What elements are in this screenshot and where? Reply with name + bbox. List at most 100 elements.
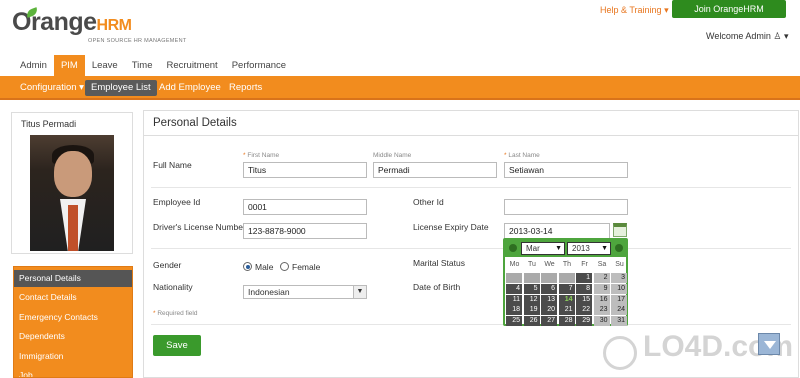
gender-male-radio[interactable] [243, 262, 252, 271]
employee-side-menu: Personal Details Contact Details Emergen… [13, 266, 133, 378]
calendar-day[interactable]: 4 [506, 283, 522, 294]
main-nav: Admin PIM Leave Time Recruitment Perform… [13, 55, 293, 76]
calendar-day[interactable]: 23 [593, 305, 610, 316]
calendar-day[interactable]: 14 [558, 294, 575, 305]
calendar-day[interactable]: 10 [611, 283, 627, 294]
employee-id-input[interactable]: 0001 [243, 199, 367, 215]
scroll-down-button[interactable] [758, 333, 780, 355]
calendar-day[interactable]: 26 [523, 316, 540, 327]
welcome-user-menu[interactable]: Welcome Admin ♙ ▾ [706, 31, 789, 42]
gender-female-label: Female [292, 262, 321, 272]
subnav-reports[interactable]: Reports [223, 80, 268, 96]
nav-tab-admin[interactable]: Admin [13, 55, 54, 76]
calendar-day[interactable]: 7 [558, 283, 575, 294]
marital-status-label: Marital Status [413, 258, 465, 268]
calendar-day[interactable]: 22 [576, 305, 592, 316]
calendar-day[interactable]: 21 [558, 305, 575, 316]
last-name-input[interactable]: Setiawan [504, 162, 628, 178]
chevron-down-icon: ▾ [79, 82, 84, 93]
user-icon: ♙ [773, 31, 782, 41]
nav-tab-pim[interactable]: PIM [53, 55, 85, 76]
nav-tab-time[interactable]: Time [125, 55, 160, 76]
calendar-day[interactable]: 24 [611, 305, 627, 316]
calendar-day[interactable]: 6 [541, 283, 557, 294]
calendar-day[interactable]: 16 [593, 294, 610, 305]
calendar-day[interactable]: 8 [576, 283, 592, 294]
calendar-day[interactable]: 3 [611, 273, 627, 283]
calendar-day[interactable]: 12 [523, 294, 540, 305]
chevron-down-icon: ▾ [664, 5, 669, 15]
save-button[interactable]: Save [153, 335, 201, 356]
date-picker-header: Mar ▼ 2013 ▼ [505, 240, 626, 257]
calendar-day[interactable]: 13 [541, 294, 557, 305]
sidemenu-personal-details[interactable]: Personal Details [14, 270, 132, 287]
calendar-day[interactable]: 25 [506, 316, 522, 327]
month-select[interactable]: Mar ▼ [521, 242, 565, 255]
license-input[interactable]: 123-8878-9000 [243, 223, 367, 239]
calendar-day[interactable]: 31 [611, 316, 627, 327]
first-name-input[interactable]: Titus [243, 162, 367, 178]
middle-name-label: Middle Name [373, 152, 412, 159]
calendar-day[interactable]: 1 [576, 273, 592, 283]
gender-female-radio[interactable] [280, 262, 289, 271]
panel-title: Personal Details [153, 117, 237, 129]
employee-photo[interactable] [30, 135, 114, 251]
sidemenu-immigration[interactable]: Immigration [14, 348, 132, 365]
calendar-day[interactable]: 28 [558, 316, 575, 327]
license-expiry-input[interactable]: 2013-03-14 [504, 223, 610, 239]
calendar-day[interactable]: 5 [523, 283, 540, 294]
nationality-select[interactable]: Indonesian ▼ [243, 285, 367, 299]
middle-name-input[interactable]: Permadi [373, 162, 497, 178]
full-name-label: Full Name [153, 160, 192, 170]
calendar-day[interactable]: 19 [523, 305, 540, 316]
year-select[interactable]: 2013 ▼ [567, 242, 611, 255]
gender-label: Gender [153, 260, 182, 270]
orangehrm-logo[interactable]: OrangeHRM OPEN SOURCE HR MANAGEMENT [12, 7, 202, 44]
watermark-logo-icon [603, 336, 637, 370]
calendar-day[interactable]: 15 [576, 294, 592, 305]
other-id-input[interactable] [504, 199, 628, 215]
sidemenu-dependents[interactable]: Dependents [14, 328, 132, 345]
prev-month-icon[interactable] [509, 244, 517, 252]
next-month-icon[interactable] [615, 244, 623, 252]
sidemenu-emergency-contacts[interactable]: Emergency Contacts [14, 309, 132, 326]
subnav-add-employee[interactable]: Add Employee [153, 80, 227, 96]
nav-tab-performance[interactable]: Performance [225, 55, 293, 76]
calendar-day[interactable]: 27 [541, 316, 557, 327]
nationality-value: Indonesian [248, 287, 290, 297]
license-expiry-label: License Expiry Date [413, 222, 489, 232]
calendar-day[interactable]: 20 [541, 305, 557, 316]
calendar-day[interactable]: 9 [593, 283, 610, 294]
calendar-day[interactable]: 2 [593, 273, 610, 283]
help-training-link[interactable]: Help & Training ▾ [600, 5, 669, 16]
divider [151, 248, 791, 249]
sub-nav: Configuration ▾ Employee List Add Employ… [0, 76, 800, 100]
subnav-employee-list[interactable]: Employee List [85, 80, 157, 96]
last-name-label: * Last Name [504, 152, 540, 159]
calendar-day[interactable]: 17 [611, 294, 627, 305]
chevron-down-icon: ▼ [353, 286, 366, 298]
chevron-down-icon: ▾ [783, 31, 789, 41]
join-community-button[interactable]: Join OrangeHRM Community [672, 0, 786, 32]
other-id-label: Other Id [413, 197, 444, 207]
calendar-icon[interactable] [613, 223, 627, 237]
nav-tab-recruitment[interactable]: Recruitment [159, 55, 224, 76]
divider [151, 187, 791, 188]
calendar-day[interactable]: 30 [593, 316, 610, 327]
logo-tagline: OPEN SOURCE HR MANAGEMENT [88, 38, 187, 44]
divider [151, 324, 791, 325]
calendar-day[interactable]: 29 [576, 316, 592, 327]
subnav-configuration[interactable]: Configuration ▾ [14, 80, 90, 96]
sidemenu-contact-details[interactable]: Contact Details [14, 289, 132, 306]
weekday-we: We [544, 261, 555, 268]
calendar-day[interactable]: 11 [506, 294, 522, 305]
nav-tab-leave[interactable]: Leave [85, 55, 125, 76]
dob-label: Date of Birth [413, 282, 461, 292]
weekday-mo: Mo [509, 261, 520, 268]
employee-profile-card: Titus Permadi [11, 112, 133, 254]
sidemenu-job[interactable]: Job [14, 367, 132, 377]
weekday-th: Th [562, 261, 572, 268]
gender-male-label: Male [255, 262, 274, 272]
calendar-day[interactable]: 18 [506, 305, 522, 316]
calendar-empty-cell [541, 273, 557, 283]
